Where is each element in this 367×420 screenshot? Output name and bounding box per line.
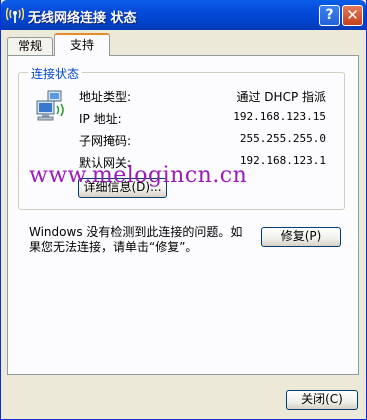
tab-general[interactable]: 常规 <box>7 37 53 55</box>
tab-support[interactable]: 支持 <box>54 33 110 56</box>
window-title: 无线网络连接 状态 <box>28 11 137 26</box>
close-window-button[interactable]: ✕ <box>342 5 363 26</box>
help-button[interactable]: ? <box>319 5 340 26</box>
status-dialog: 无线网络连接 状态 ? ✕ 常规 支持 连接状态 地址类型: 通过 DHCP 指… <box>0 0 367 420</box>
group-legend: 连接状态 <box>28 65 83 82</box>
close-button[interactable]: 关闭(C) <box>286 390 358 410</box>
network-connection-icon <box>34 88 70 124</box>
repair-message: Windows 没有检测到此连接的问题。如果您无法连接，请单击“修复”。 <box>29 225 243 254</box>
subnet-mask-value: 255.255.255.0 <box>239 132 326 145</box>
subnet-mask-label: 子网掩码: <box>79 134 132 148</box>
repair-button[interactable]: 修复(P) <box>261 227 341 247</box>
address-type-value: 通过 DHCP 指派 <box>236 90 326 104</box>
address-type-label: 地址类型: <box>79 90 132 104</box>
default-gateway-value: 192.168.123.1 <box>239 154 326 167</box>
wireless-network-icon <box>5 6 25 24</box>
ip-address-value: 192.168.123.15 <box>233 110 326 123</box>
ip-address-label: IP 地址: <box>79 112 122 126</box>
watermark: www.melogincn.cn <box>29 163 248 188</box>
titlebar[interactable]: 无线网络连接 状态 ? ✕ <box>1 0 366 30</box>
